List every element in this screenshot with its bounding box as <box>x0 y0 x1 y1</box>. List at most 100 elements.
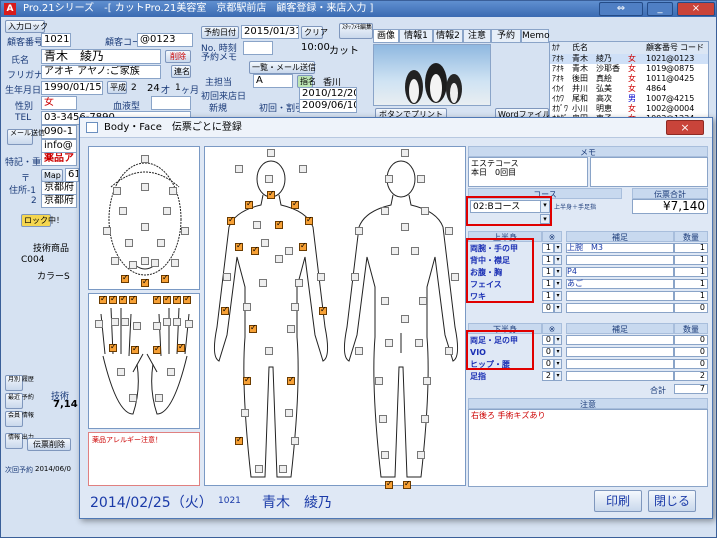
zip-field[interactable]: 61 <box>65 168 79 182</box>
upper-item-q[interactable]: 1 <box>542 255 554 265</box>
zone-checkbox[interactable] <box>119 294 127 304</box>
zone-checkbox[interactable] <box>163 318 171 326</box>
tab-1[interactable]: 情報1 <box>399 29 433 43</box>
zone-checkbox[interactable] <box>379 415 387 423</box>
mail-send-button[interactable]: メール送信 <box>7 129 45 145</box>
lower-item-note[interactable] <box>566 335 674 345</box>
mail-list-button[interactable]: 一覧・メール送信 <box>249 61 316 74</box>
zone-checkbox[interactable] <box>411 247 419 255</box>
zone-checkbox[interactable] <box>291 199 299 209</box>
zone-checkbox[interactable] <box>111 257 119 265</box>
zone-checkbox[interactable] <box>249 323 257 333</box>
minimize-button[interactable]: _ <box>647 2 673 16</box>
zone-checkbox[interactable] <box>111 318 119 326</box>
upper-item-dropdown-icon[interactable]: ▾ <box>554 267 562 277</box>
zone-checkbox[interactable] <box>171 259 179 267</box>
zone-checkbox[interactable] <box>113 187 121 195</box>
zone-checkbox[interactable] <box>129 394 137 402</box>
zone-checkbox[interactable] <box>419 297 427 305</box>
blood-select[interactable] <box>151 96 191 110</box>
zone-checkbox[interactable] <box>275 255 283 263</box>
zone-checkbox[interactable] <box>245 199 253 209</box>
zone-checkbox[interactable] <box>133 322 141 330</box>
zone-checkbox[interactable] <box>385 339 393 347</box>
mobile-field[interactable]: 090-1 <box>41 125 77 139</box>
zone-checkbox[interactable] <box>381 451 389 459</box>
customer-list-row[interactable]: ｱｵｷ 青木 綾乃 女 1021 @0123 <box>550 54 708 64</box>
note-field[interactable]: 薬品アレ <box>41 152 77 166</box>
zone-checkbox[interactable] <box>451 273 459 281</box>
zone-checkbox[interactable] <box>99 294 107 304</box>
lower-item-qty[interactable]: 0 <box>674 347 708 357</box>
zone-checkbox[interactable] <box>417 451 425 459</box>
dialog-close-button[interactable]: × <box>666 120 704 135</box>
customer-no-field[interactable]: 1021 <box>41 33 71 47</box>
zone-checkbox[interactable] <box>181 227 189 235</box>
zone-checkbox[interactable] <box>445 227 453 235</box>
zone-checkbox[interactable] <box>385 175 393 183</box>
lower-item-dropdown-icon[interactable]: ▾ <box>554 371 562 381</box>
lower-item-qty[interactable]: 0 <box>674 359 708 369</box>
discount-date[interactable]: 2009/06/10 <box>299 99 357 113</box>
zone-checkbox[interactable] <box>129 294 137 304</box>
zone-checkbox[interactable] <box>169 187 177 195</box>
zone-checkbox[interactable] <box>173 318 181 326</box>
zone-checkbox[interactable] <box>267 189 275 199</box>
voucher-delete-button[interactable]: 伝票削除 <box>27 438 71 451</box>
name-field[interactable]: 青木 綾乃 <box>41 49 161 64</box>
zone-checkbox[interactable] <box>415 339 423 347</box>
upper-item-qty[interactable]: 0 <box>674 303 708 313</box>
kana-field[interactable]: アオキ アヤノ:ご家族 <box>41 65 161 79</box>
lower-item-note[interactable] <box>566 347 674 357</box>
upper-item-note[interactable] <box>566 303 674 313</box>
recent-reserve-button[interactable]: 最近 予約 <box>5 393 34 409</box>
zone-checkbox[interactable] <box>243 303 251 311</box>
upper-item-qty[interactable]: 1 <box>674 291 708 301</box>
zone-checkbox[interactable] <box>287 325 295 333</box>
staff-memo-edit-button[interactable]: ｽﾀｯﾌﾒﾓ編集 <box>339 23 373 39</box>
upper-item-dropdown-icon[interactable]: ▾ <box>554 255 562 265</box>
zone-checkbox[interactable] <box>261 239 269 247</box>
lower-item-note[interactable] <box>566 359 674 369</box>
zone-checkbox[interactable] <box>401 223 409 231</box>
lower-item-qty[interactable]: 0 <box>674 335 708 345</box>
zone-checkbox[interactable] <box>125 239 133 247</box>
zone-checkbox[interactable] <box>319 305 327 315</box>
upper-item-q[interactable]: 1 <box>542 279 554 289</box>
zone-checkbox[interactable] <box>445 347 453 355</box>
zone-checkbox[interactable] <box>141 155 149 163</box>
lower-item-note[interactable] <box>566 371 674 381</box>
zone-checkbox[interactable] <box>235 435 243 445</box>
close-button[interactable]: 閉じる <box>648 490 696 512</box>
lower-item-dropdown-icon[interactable]: ▾ <box>554 347 562 357</box>
zone-checkbox[interactable] <box>351 273 359 281</box>
zone-checkbox[interactable] <box>153 344 161 354</box>
lower-item-qty[interactable]: 2 <box>674 371 708 381</box>
zone-checkbox[interactable] <box>221 305 229 315</box>
zone-checkbox[interactable] <box>109 294 117 304</box>
zone-checkbox[interactable] <box>155 394 163 402</box>
sex-select[interactable]: 女 <box>41 96 77 110</box>
upper-item-dropdown-icon[interactable]: ▾ <box>554 279 562 289</box>
zone-checkbox[interactable] <box>381 207 389 215</box>
zone-checkbox[interactable] <box>161 273 169 283</box>
zone-checkbox[interactable] <box>385 479 393 489</box>
lower-item-q[interactable]: 0 <box>542 335 554 345</box>
zone-checkbox[interactable] <box>285 247 293 255</box>
zone-checkbox[interactable] <box>287 375 295 385</box>
tab-3[interactable]: 注意 <box>463 29 491 43</box>
zone-checkbox[interactable] <box>423 377 431 385</box>
upper-item-qty[interactable]: 1 <box>674 279 708 289</box>
clear-button[interactable]: クリア <box>301 26 328 39</box>
upper-item-note[interactable]: P4 <box>566 267 674 277</box>
customer-list-row[interactable]: ｱｵｷ 後田 真絵 女 1011 @0425 <box>550 74 708 84</box>
zone-checkbox[interactable] <box>381 297 389 305</box>
upper-item-dropdown-icon[interactable]: ▾ <box>554 291 562 301</box>
zone-checkbox[interactable] <box>279 465 287 473</box>
zone-checkbox[interactable] <box>109 342 117 352</box>
upper-item-dropdown-icon[interactable]: ▾ <box>554 243 562 253</box>
zone-checkbox[interactable] <box>141 183 149 191</box>
zone-checkbox[interactable] <box>235 165 243 173</box>
resize-button[interactable]: ⇔ <box>599 2 643 16</box>
zone-checkbox[interactable] <box>295 279 303 287</box>
